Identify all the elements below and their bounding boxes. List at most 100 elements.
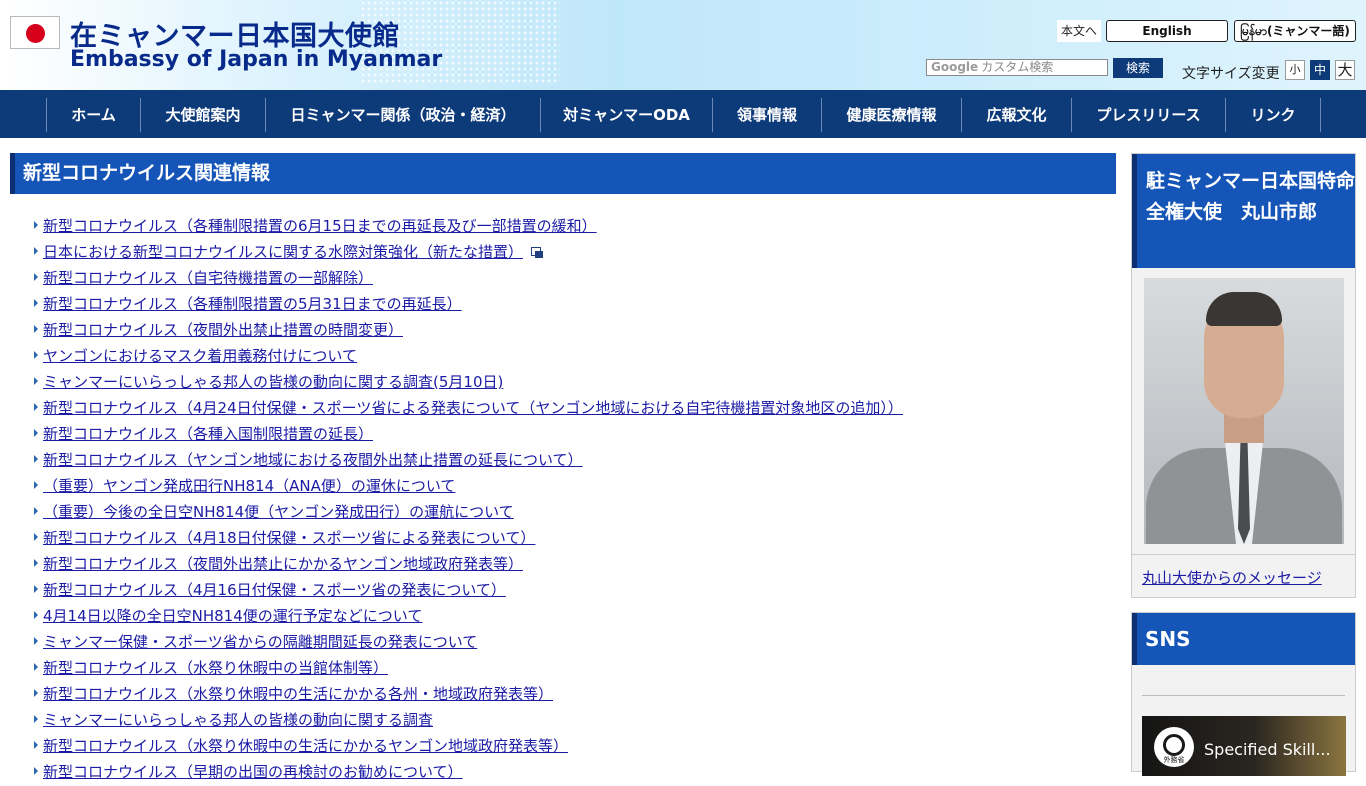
bullet-arrow-icon xyxy=(34,663,38,671)
youtube-video-thumbnail[interactable]: 外務省 Specified Skill... xyxy=(1142,716,1346,776)
page-title: 新型コロナウイルス関連情報 xyxy=(10,153,1116,194)
news-link[interactable]: 新型コロナウイルス（各種制限措置の6月15日までの再延長及び一部措置の緩和） xyxy=(43,217,597,235)
nav-item-relations[interactable]: 日ミャンマー関係（政治・経済） xyxy=(266,98,541,132)
news-link[interactable]: 新型コロナウイルス（水祭り休暇中の生活にかかるヤンゴン地域政府発表等） xyxy=(43,737,568,755)
bullet-arrow-icon xyxy=(34,611,38,619)
news-link[interactable]: （重要）ヤンゴン発成田行NH814（ANA便）の運休について xyxy=(43,477,455,495)
nav-item-culture[interactable]: 広報文化 xyxy=(962,98,1072,132)
news-link[interactable]: ヤンゴンにおけるマスク着用義務付けについて xyxy=(43,347,357,365)
news-link[interactable]: 新型コロナウイルス（夜間外出禁止にかかるヤンゴン地域政府発表等） xyxy=(43,555,523,573)
site-header: 在ミャンマー日本国大使館 Embassy of Japan in Myanmar… xyxy=(0,0,1366,90)
ambassador-heading: 駐ミャンマー日本国特命全権大使 丸山市郎 xyxy=(1132,154,1355,268)
ambassador-message-link[interactable]: 丸山大使からのメッセージ xyxy=(1142,567,1322,588)
font-size-medium-button[interactable]: 中 xyxy=(1310,60,1330,80)
list-item: 新型コロナウイルス（各種入国制限措置の延長） xyxy=(34,422,1114,448)
list-item: 新型コロナウイルス（水祭り休暇中の当館体制等） xyxy=(34,656,1114,682)
bullet-arrow-icon xyxy=(34,455,38,463)
japan-flag-icon xyxy=(10,16,60,49)
bullet-arrow-icon xyxy=(34,585,38,593)
bullet-arrow-icon xyxy=(34,637,38,645)
news-link[interactable]: 新型コロナウイルス（各種入国制限措置の延長） xyxy=(43,425,373,443)
news-link[interactable]: 新型コロナウイルス（各種制限措置の5月31日までの再延長） xyxy=(43,295,462,313)
list-item: 4月14日以降の全日空NH814便の運行予定などについて xyxy=(34,604,1114,630)
skip-to-content-link[interactable]: 本文へ xyxy=(1057,20,1101,42)
nav-item-press[interactable]: プレスリリース xyxy=(1072,98,1226,132)
news-link[interactable]: 新型コロナウイルス（水祭り休暇中の当館体制等） xyxy=(43,659,388,677)
list-item: ミャンマーにいらっしゃる邦人の皆様の動向に関する調査(5月10日) xyxy=(34,370,1114,396)
search-placeholder: カスタム検索 xyxy=(981,60,1054,74)
list-item: 新型コロナウイルス（夜間外出禁止にかかるヤンゴン地域政府発表等） xyxy=(34,552,1114,578)
news-link[interactable]: 新型コロナウイルス（4月18日付保健・スポーツ省による発表について） xyxy=(43,529,535,547)
bullet-arrow-icon xyxy=(34,741,38,749)
divider xyxy=(1132,554,1355,555)
site-subtitle[interactable]: Embassy of Japan in Myanmar xyxy=(70,47,442,72)
bullet-arrow-icon xyxy=(34,221,38,229)
news-link[interactable]: 新型コロナウイルス（水祭り休暇中の生活にかかる各州・地域政府発表等） xyxy=(43,685,553,703)
news-link[interactable]: 新型コロナウイルス（ヤンゴン地域における夜間外出禁止措置の延長について） xyxy=(43,451,583,469)
nav-item-embassy-info[interactable]: 大使館案内 xyxy=(141,98,266,132)
bullet-arrow-icon xyxy=(34,429,38,437)
sns-heading: SNS xyxy=(1132,613,1355,665)
list-item: （重要）ヤンゴン発成田行NH814（ANA便）の運休について xyxy=(34,474,1114,500)
bullet-arrow-icon xyxy=(34,351,38,359)
nav-item-oda[interactable]: 対ミャンマーODA xyxy=(541,98,713,132)
bullet-arrow-icon xyxy=(34,481,38,489)
news-link[interactable]: 新型コロナウイルス（4月24日付保健・スポーツ省による発表について（ヤンゴン地域… xyxy=(43,399,903,417)
search-button[interactable]: 検索 xyxy=(1113,58,1163,78)
ambassador-panel: 駐ミャンマー日本国特命全権大使 丸山市郎 丸山大使からのメッセージ xyxy=(1131,153,1356,598)
list-item: 新型コロナウイルス（夜間外出禁止措置の時間変更） xyxy=(34,318,1114,344)
list-item: 新型コロナウイルス（自宅待機措置の一部解除） xyxy=(34,266,1114,292)
font-size-small-button[interactable]: 小 xyxy=(1285,60,1305,80)
list-item: 新型コロナウイルス（水祭り休暇中の生活にかかるヤンゴン地域政府発表等） xyxy=(34,734,1114,760)
bullet-arrow-icon xyxy=(34,325,38,333)
news-link[interactable]: ミャンマーにいらっしゃる邦人の皆様の動向に関する調査 xyxy=(43,711,433,729)
bullet-arrow-icon xyxy=(34,273,38,281)
divider xyxy=(1142,695,1345,696)
news-link[interactable]: 新型コロナウイルス（早期の出国の再検討のお勧めについて） xyxy=(43,763,463,781)
nav-item-consular[interactable]: 領事情報 xyxy=(713,98,822,132)
ambassador-photo xyxy=(1144,278,1344,544)
nav-item-links[interactable]: リンク xyxy=(1226,98,1321,132)
list-item: ミャンマーにいらっしゃる邦人の皆様の動向に関する調査 xyxy=(34,708,1114,734)
bullet-arrow-icon xyxy=(34,767,38,775)
news-link[interactable]: ミャンマー保健・スポーツ省からの隔離期間延長の発表について xyxy=(43,633,477,651)
sns-panel: SNS 外務省 Specified Skill... xyxy=(1131,612,1356,776)
list-item: 新型コロナウイルス（水祭り休暇中の生活にかかる各州・地域政府発表等） xyxy=(34,682,1114,708)
google-logo: Google xyxy=(931,60,979,74)
list-item: 新型コロナウイルス（各種制限措置の6月15日までの再延長及び一部措置の緩和） xyxy=(34,214,1114,240)
list-item: 新型コロナウイルス（各種制限措置の5月31日までの再延長） xyxy=(34,292,1114,318)
news-link[interactable]: （重要）今後の全日空NH814便（ヤンゴン発成田行）の運航について xyxy=(43,503,514,521)
news-link[interactable]: ミャンマーにいらっしゃる邦人の皆様の動向に関する調査(5月10日) xyxy=(43,373,503,391)
bullet-arrow-icon xyxy=(34,715,38,723)
news-link[interactable]: 4月14日以降の全日空NH814便の運行予定などについて xyxy=(43,607,422,625)
video-title[interactable]: Specified Skill... xyxy=(1204,740,1331,759)
nav-item-home[interactable]: ホーム xyxy=(47,98,141,132)
myanmar-language-button[interactable]: မြန်မာ(ミャンマー語) xyxy=(1234,20,1356,42)
news-list: 新型コロナウイルス（各種制限措置の6月15日までの再延長及び一部措置の緩和） 日… xyxy=(34,214,1114,786)
bullet-arrow-icon xyxy=(34,247,38,255)
nav-item-health[interactable]: 健康医療情報 xyxy=(822,98,962,132)
list-item: 日本における新型コロナウイルスに関する水際対策強化（新たな措置） xyxy=(34,240,1114,266)
list-item: ミャンマー保健・スポーツ省からの隔離期間延長の発表について xyxy=(34,630,1114,656)
bullet-arrow-icon xyxy=(34,377,38,385)
news-link[interactable]: 新型コロナウイルス（4月16日付保健・スポーツ省の発表について） xyxy=(43,581,506,599)
search-input[interactable]: Google カスタム検索 xyxy=(926,59,1108,76)
list-item: 新型コロナウイルス（4月16日付保健・スポーツ省の発表について） xyxy=(34,578,1114,604)
bullet-arrow-icon xyxy=(34,403,38,411)
external-window-icon xyxy=(531,247,544,258)
mofa-logo-icon: 外務省 xyxy=(1154,727,1194,767)
list-item: 新型コロナウイルス（4月18日付保健・スポーツ省による発表について） xyxy=(34,526,1114,552)
list-item: 新型コロナウイルス（4月24日付保健・スポーツ省による発表について（ヤンゴン地域… xyxy=(34,396,1114,422)
english-language-button[interactable]: English xyxy=(1106,20,1228,42)
bullet-arrow-icon xyxy=(34,299,38,307)
news-link[interactable]: 新型コロナウイルス（自宅待機措置の一部解除） xyxy=(43,269,373,287)
list-item: ヤンゴンにおけるマスク着用義務付けについて xyxy=(34,344,1114,370)
list-item: 新型コロナウイルス（ヤンゴン地域における夜間外出禁止措置の延長について） xyxy=(34,448,1114,474)
news-link[interactable]: 新型コロナウイルス（夜間外出禁止措置の時間変更） xyxy=(43,321,403,339)
list-item: 新型コロナウイルス（早期の出国の再検討のお勧めについて） xyxy=(34,760,1114,786)
bullet-arrow-icon xyxy=(34,533,38,541)
bullet-arrow-icon xyxy=(34,689,38,697)
list-item: （重要）今後の全日空NH814便（ヤンゴン発成田行）の運航について xyxy=(34,500,1114,526)
news-link[interactable]: 日本における新型コロナウイルスに関する水際対策強化（新たな措置） xyxy=(43,243,523,261)
font-size-large-button[interactable]: 大 xyxy=(1335,60,1355,80)
